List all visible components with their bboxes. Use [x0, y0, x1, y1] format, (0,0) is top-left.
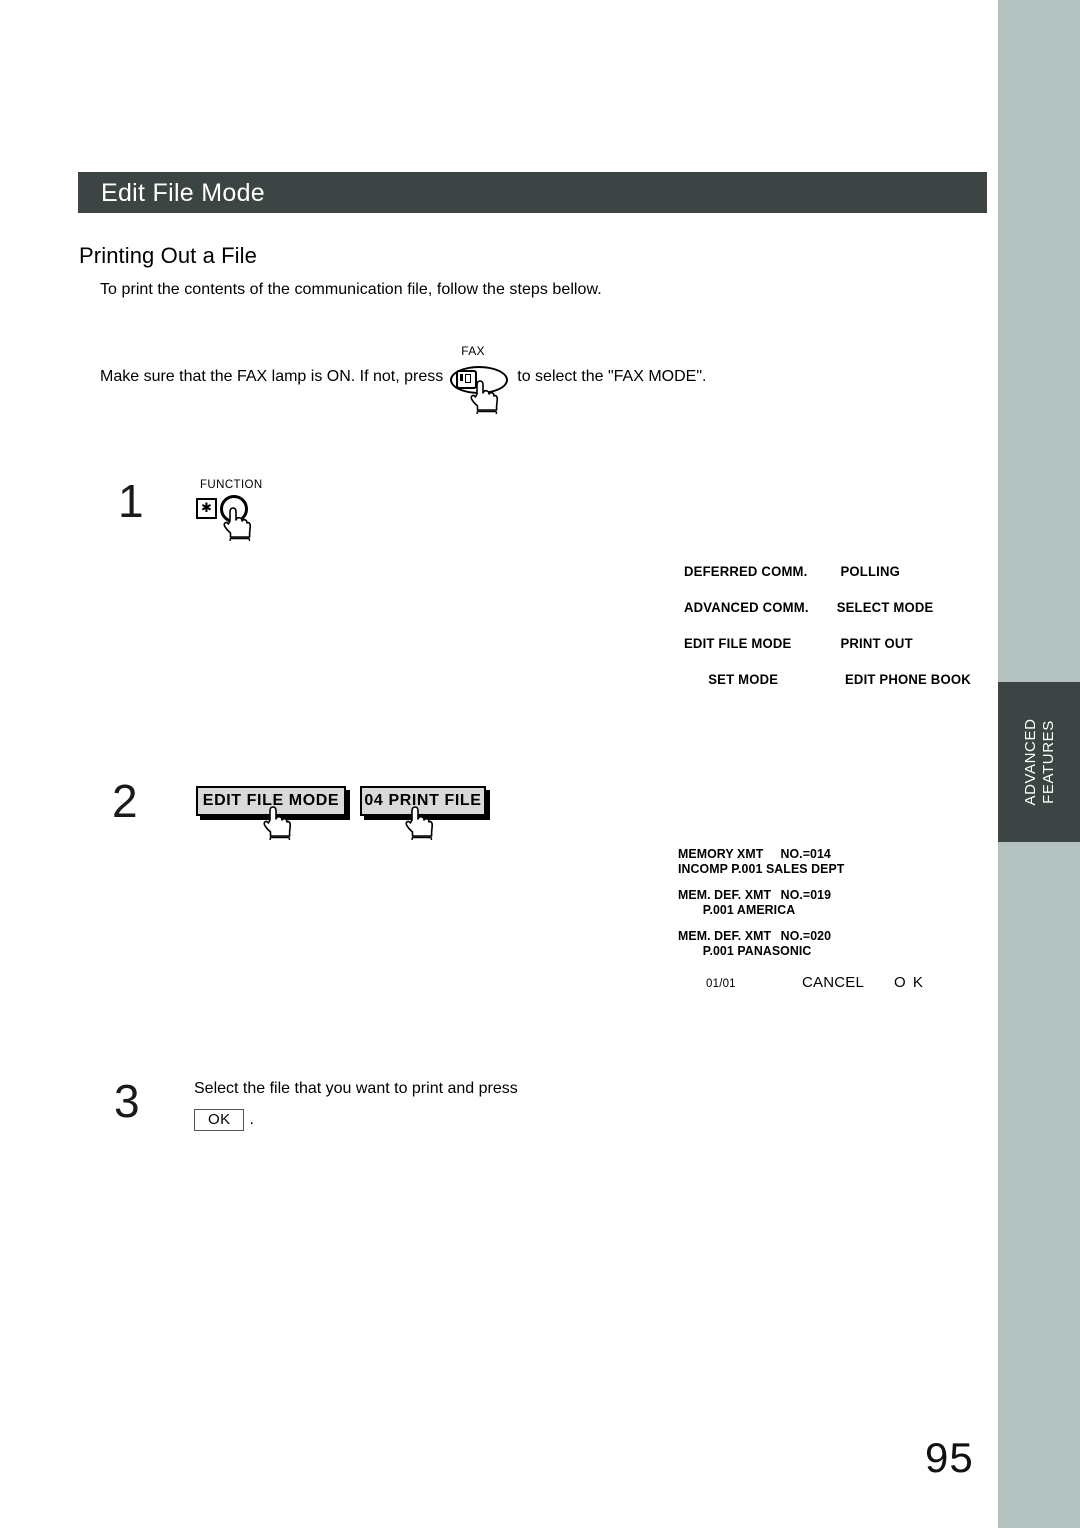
menu-item-polling[interactable]: POLLING	[823, 564, 979, 579]
step-number-3: 3	[114, 1075, 140, 1127]
file-type: MEM. DEF. XMT	[678, 887, 772, 902]
fax-mode-instruction: Make sure that the FAX lamp is ON. If no…	[100, 344, 707, 414]
file-line-2-text: P.001 AMERICA	[702, 902, 796, 917]
step-number-2: 2	[112, 775, 138, 827]
file-list-item[interactable]: MEM. DEF. XMT NO.=019 P.001 AMERICA	[678, 887, 988, 917]
file-type: MEMORY XMT	[678, 846, 764, 861]
file-line-1: MEMORY XMT NO.=014	[678, 846, 973, 861]
lcd-status-row: 01/01 CANCEL O K	[678, 974, 988, 991]
lcd-file-list-display: MEMORY XMT NO.=014 INCOMP P.001 SALES DEP…	[678, 846, 988, 991]
menu-item-advanced-comm[interactable]: ADVANCED COMM.	[684, 600, 823, 615]
menu-item-edit-file-mode[interactable]: EDIT FILE MODE	[684, 636, 819, 651]
cancel-softkey[interactable]: CANCEL	[802, 974, 894, 991]
file-number: NO.=019	[780, 887, 832, 902]
menu-row: ADVANCED COMM. SELECT MODE	[684, 589, 984, 625]
menu-item-print-out[interactable]: PRINT OUT	[823, 636, 979, 651]
page-counter: 01/01	[706, 978, 736, 990]
file-line-2: P.001 AMERICA	[678, 902, 973, 917]
page-number: 95	[925, 1434, 974, 1481]
ok-button[interactable]: OK	[194, 1109, 245, 1131]
section-heading: Printing Out a File	[79, 243, 257, 268]
step-3-period: .	[249, 1111, 254, 1128]
fax-key-illustration: FAX	[447, 344, 513, 414]
side-tab-line-2: FEATURES	[1039, 720, 1057, 804]
file-number: NO.=020	[780, 928, 832, 943]
ok-softkey[interactable]: O K	[894, 974, 924, 991]
pointing-hand-icon	[404, 806, 434, 840]
file-type: MEM. DEF. XMT	[678, 928, 772, 943]
fax-key-label: FAX	[461, 344, 485, 358]
file-line-2: P.001 PANASONIC	[678, 943, 973, 958]
menu-item-deferred-comm[interactable]: DEFERRED COMM.	[684, 564, 819, 579]
page-header-bar: Edit File Mode	[78, 172, 987, 213]
menu-item-select-mode[interactable]: SELECT MODE	[827, 600, 979, 615]
function-key-label: FUNCTION	[200, 479, 263, 491]
side-tab-text: ADVANCED FEATURES	[998, 682, 1080, 842]
menu-row: DEFERRED COMM. POLLING	[684, 553, 984, 589]
step-3-ok-line: OK .	[194, 1109, 254, 1131]
file-list-item[interactable]: MEM. DEF. XMT NO.=020 P.001 PANASONIC	[678, 928, 988, 958]
lcd-menu-display: DEFERRED COMM. POLLING ADVANCED COMM. SE…	[684, 553, 984, 697]
side-tab-line-1: ADVANCED	[1021, 718, 1039, 806]
pointing-hand-icon	[222, 507, 252, 541]
file-line-1: MEM. DEF. XMT NO.=020	[678, 928, 973, 943]
file-line-1: MEM. DEF. XMT NO.=019	[678, 887, 973, 902]
file-line-2: INCOMP P.001 SALES DEPT	[678, 861, 845, 876]
menu-row: EDIT FILE MODE PRINT OUT	[684, 625, 984, 661]
page-title: Edit File Mode	[101, 179, 265, 207]
file-line-2-text: P.001 PANASONIC	[702, 943, 812, 958]
step-3-instruction: Select the file that you want to print a…	[194, 1080, 518, 1097]
menu-item-set-mode[interactable]: SET MODE	[684, 672, 840, 687]
file-list-item[interactable]: MEMORY XMT NO.=014 INCOMP P.001 SALES DEP…	[678, 846, 988, 876]
pointing-hand-icon	[262, 806, 292, 840]
menu-row: SET MODE EDIT PHONE BOOK	[684, 661, 984, 697]
pointing-hand-icon	[469, 380, 499, 414]
step-number-1: 1	[118, 475, 144, 527]
star-key-icon: ✱	[196, 498, 217, 519]
fax-instruction-before: Make sure that the FAX lamp is ON. If no…	[100, 368, 444, 385]
file-number: NO.=014	[780, 846, 831, 861]
section-intro-text: To print the contents of the communicati…	[100, 281, 602, 298]
menu-item-edit-phone-book[interactable]: EDIT PHONE BOOK	[845, 672, 980, 687]
fax-instruction-after: to select the "FAX MODE".	[517, 368, 707, 385]
side-tab-advanced-features: ADVANCED FEATURES	[998, 682, 1080, 842]
